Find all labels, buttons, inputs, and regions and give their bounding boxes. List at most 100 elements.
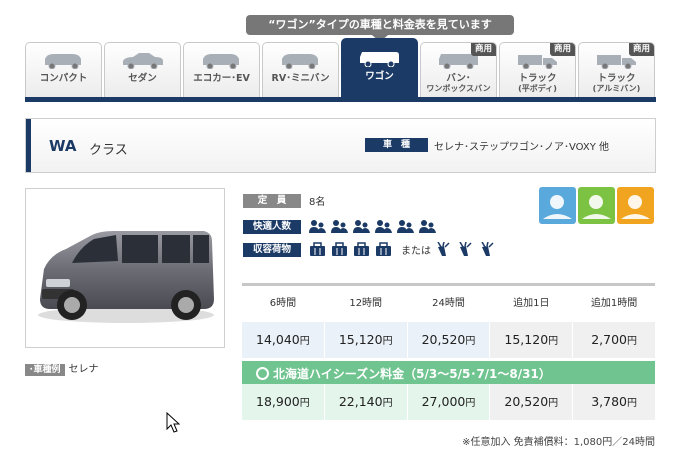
price-cell: 15,120円	[490, 322, 574, 358]
suitcase-icon	[332, 242, 347, 256]
tab-sublabel: (アルミバン)	[592, 84, 641, 93]
vehicle-models: セレナ･ステップワゴン･ノア･VOXY 他	[434, 142, 610, 153]
commercial-badge: 商用	[628, 43, 654, 56]
tab-label: エコカー･EV	[193, 73, 250, 84]
class-accent-bar	[26, 119, 31, 172]
price-header-cell: 12時間	[324, 286, 408, 322]
price-cell: 22,140円	[324, 384, 408, 420]
tab-wagon[interactable]: ワゴン	[341, 38, 418, 97]
tab-sublabel: ワンボックスバン	[426, 84, 491, 93]
price-header-cell: 追加1日	[490, 286, 574, 322]
price-unit: 円	[626, 336, 637, 347]
cargo-row: 収容荷物 または	[243, 241, 501, 257]
price-cell: 15,120円	[324, 322, 408, 358]
tab-truck-flat[interactable]: トラック (平ボディ) 商用	[499, 42, 576, 97]
person-icon	[397, 220, 414, 233]
class-code: WA	[49, 137, 77, 155]
tab-sedan[interactable]: セダン	[104, 42, 181, 97]
capacity-value: 8名	[309, 197, 326, 208]
tab-sublabel: (平ボディ)	[518, 84, 557, 93]
comfort-row: 快適人数	[243, 219, 441, 234]
price-cell: 18,900円	[242, 384, 325, 420]
person-icon	[375, 220, 392, 233]
tab-compact-car[interactable]: コンパクト	[25, 42, 102, 97]
group-icon	[617, 187, 654, 224]
price-header-cell: 24時間	[407, 286, 491, 322]
commercial-badge: 商用	[470, 43, 496, 56]
price-cell: 14,040円	[242, 322, 325, 358]
class-header: WA クラス 車 種 セレナ･ステップワゴン･ノア･VOXY 他	[25, 118, 656, 173]
person-icon	[419, 220, 436, 233]
luggage-icons	[309, 242, 397, 257]
price-header-cell: 追加1時間	[573, 286, 655, 322]
suitcase-icon	[354, 242, 369, 256]
price-unit: 円	[382, 398, 393, 409]
high-season-header: 北海道ハイシーズン料金（5/3～5/5･7/1～8/31）	[242, 358, 655, 384]
price-cell: 2,700円	[573, 322, 655, 358]
season-price-row: 18,900円 22,140円 27,000円 20,520円 3,780円	[242, 384, 655, 420]
price-unit: 円	[299, 398, 310, 409]
cargo-label: 収容荷物	[243, 242, 301, 257]
page-context-banner: “ワゴン”タイプの車種と料金表を見ています	[246, 15, 514, 42]
wagon-icon	[359, 52, 399, 67]
price-table: 6時間 12時間 24時間 追加1日 追加1時間 14,040円 15,120円 20,52…	[242, 283, 655, 420]
price-unit: 円	[382, 336, 393, 347]
tab-eco-car[interactable]: エコカー･EV	[183, 42, 260, 97]
person-icon	[353, 220, 370, 233]
price-unit: 円	[626, 398, 637, 409]
mouse-cursor-icon	[166, 412, 180, 433]
price-cell: 3,780円	[573, 384, 655, 420]
golf-bag-icons	[435, 241, 501, 257]
golf-bag-icon	[481, 241, 494, 256]
price-unit: 円	[465, 336, 476, 347]
vehicle-type-tabs: コンパクト セダン エコカー･EV RV･ミニバン ワゴン バン･ ワンボックスバン 商用 トラ…	[25, 38, 656, 102]
suitcase-icon	[376, 242, 391, 256]
tab-label: セダン	[128, 73, 157, 84]
suitcase-icon	[310, 242, 325, 256]
high-season-label: 北海道ハイシーズン料金（5/3～5/5･7/1～8/31）	[273, 367, 551, 381]
price-header-row: 6時間 12時間 24時間 追加1日 追加1時間	[242, 286, 655, 322]
tab-label: バン･	[446, 73, 471, 84]
price-unit: 円	[299, 336, 310, 347]
person-icon	[309, 220, 326, 233]
car-photo	[25, 188, 225, 348]
tab-label: RV･ミニバン	[271, 73, 330, 84]
price-unit: 円	[548, 336, 559, 347]
capacity-row: 定 員 8名	[243, 193, 325, 208]
capacity-label: 定 員	[243, 193, 301, 208]
class-name: クラス	[89, 143, 128, 158]
tab-label: トラック	[518, 73, 557, 84]
person-icon	[331, 220, 348, 233]
price-unit: 円	[548, 398, 559, 409]
price-cell: 20,520円	[490, 384, 574, 420]
commercial-badge: 商用	[549, 43, 575, 56]
comfort-label: 快適人数	[243, 219, 301, 234]
eco-car-icon	[202, 54, 239, 69]
tab-underline	[25, 97, 656, 102]
price-header-cell: 6時間	[242, 286, 325, 322]
golf-bag-icon	[459, 241, 472, 256]
clock-icon	[256, 367, 269, 380]
compact-car-icon	[44, 54, 81, 69]
tab-rv[interactable]: RV･ミニバン	[262, 42, 339, 97]
tab-label: コンパクト	[39, 73, 88, 84]
vehicle-example-label: ･車種例	[25, 364, 65, 376]
price-unit: 円	[465, 398, 476, 409]
tab-label: ワゴン	[365, 71, 394, 82]
comfort-people-icons	[309, 219, 441, 234]
tab-truck-aluminum[interactable]: トラック (アルミバン) 商用	[578, 42, 655, 97]
price-cell: 20,520円	[407, 322, 491, 358]
golf-bag-icon	[437, 241, 450, 256]
tab-van[interactable]: バン･ ワンボックスバン 商用	[420, 42, 497, 97]
vehicle-example: ･車種例 セレナ	[25, 360, 99, 376]
rv-icon	[281, 54, 318, 69]
vehicle-type-badge: 車 種	[365, 138, 428, 152]
long-drive-icon	[539, 187, 576, 224]
sedan-icon	[122, 53, 163, 69]
price-cell: 27,000円	[407, 384, 491, 420]
regular-price-row: 14,040円 15,120円 20,520円 15,120円 2,700円	[242, 322, 655, 358]
insurance-footnote: ※任意加入 免責補償料：1,080円／24時間	[462, 437, 655, 448]
golf-icon	[578, 187, 615, 224]
tab-label: トラック	[597, 73, 636, 84]
vehicle-example-value: セレナ	[68, 364, 99, 375]
